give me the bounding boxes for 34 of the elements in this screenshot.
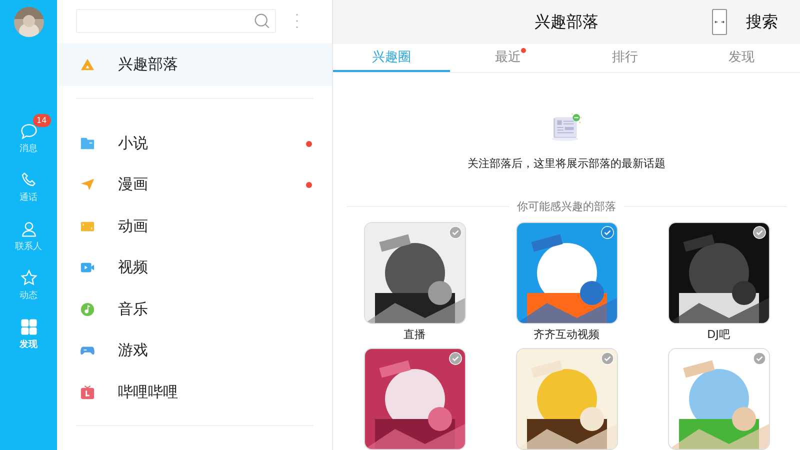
folder-icon bbox=[80, 136, 95, 152]
category-item[interactable]: 兴趣部落 bbox=[57, 42, 332, 86]
tab[interactable]: 发现 bbox=[683, 44, 800, 72]
category-item[interactable]: 哔哩哔哩 bbox=[57, 372, 332, 413]
check-icon[interactable] bbox=[752, 352, 766, 365]
tab[interactable]: 排行 bbox=[566, 44, 684, 72]
check-icon[interactable] bbox=[600, 226, 614, 239]
check-icon[interactable] bbox=[448, 352, 462, 365]
music-icon bbox=[80, 302, 95, 317]
category-item[interactable]: 视频 bbox=[57, 247, 332, 289]
page-title: 兴趣部落 bbox=[534, 12, 598, 32]
expand-icon[interactable] bbox=[712, 9, 727, 35]
empty-state-message: 关注部落后，这里将展示部落的最新话题 bbox=[468, 156, 666, 171]
search-icon bbox=[254, 13, 270, 30]
tv-icon bbox=[80, 384, 95, 400]
check-icon[interactable] bbox=[752, 226, 766, 239]
tribe-name: 直播 bbox=[404, 327, 426, 342]
search-field[interactable] bbox=[76, 9, 276, 34]
nav-item[interactable]: 14 消息 bbox=[4, 114, 54, 156]
section-heading: 你可能感兴趣的部落 bbox=[517, 199, 616, 214]
tribe-name: DJ吧 bbox=[707, 327, 730, 342]
triangle-icon bbox=[80, 56, 95, 72]
category-item[interactable]: 动画 bbox=[57, 206, 332, 248]
search-button[interactable]: 搜索 bbox=[744, 8, 780, 37]
tribe-name: 齐齐互动视频 bbox=[534, 327, 600, 342]
tab[interactable]: 最近 bbox=[450, 44, 566, 72]
paper-plane-icon bbox=[80, 177, 95, 192]
category-item[interactable]: 游戏 bbox=[57, 330, 332, 372]
check-icon[interactable] bbox=[448, 226, 462, 239]
unread-badge: 14 bbox=[32, 114, 51, 127]
category-item[interactable]: 漫画 bbox=[57, 164, 332, 206]
category-item[interactable]: 音乐 bbox=[57, 288, 332, 330]
check-icon[interactable] bbox=[600, 352, 614, 365]
category-item[interactable]: 小说 bbox=[57, 122, 332, 164]
